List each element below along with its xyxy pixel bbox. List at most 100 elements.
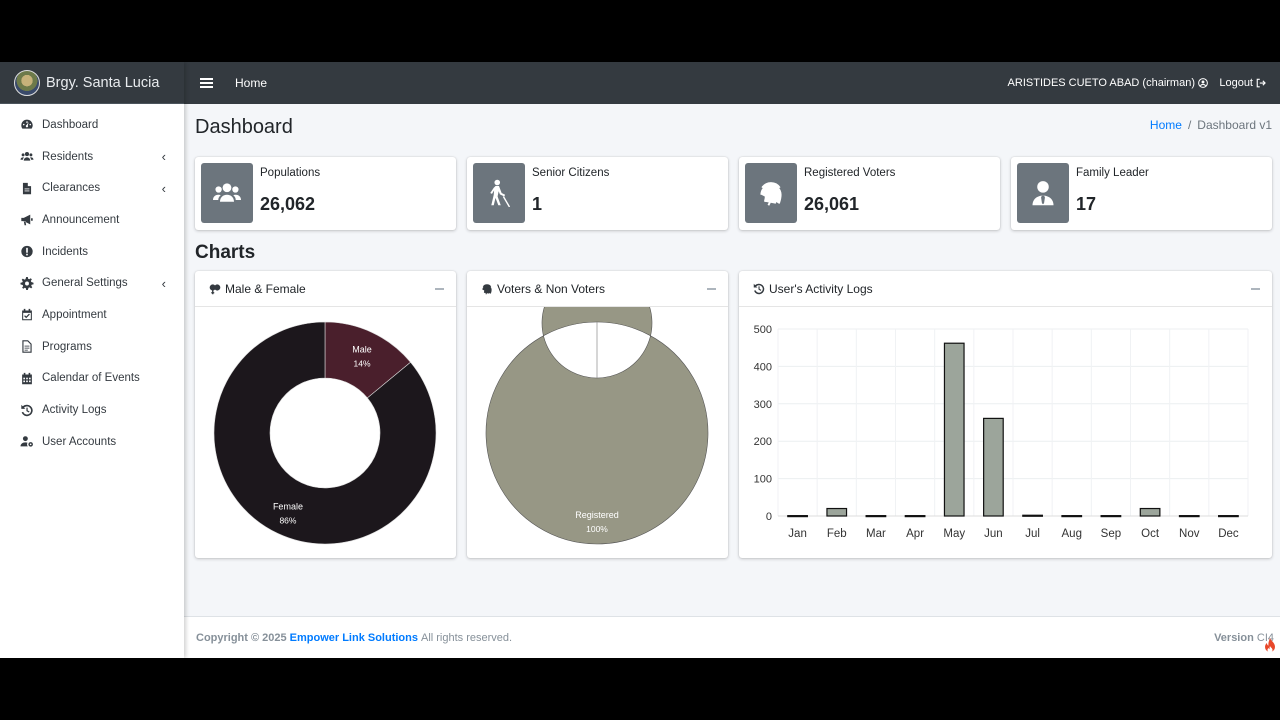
slice-value-label: 86% <box>279 516 296 526</box>
bar-apr[interactable] <box>904 515 926 518</box>
footer-company-link[interactable]: Empower Link Solutions <box>290 632 418 644</box>
bar-nov[interactable] <box>1178 515 1200 518</box>
blind-person-icon <box>490 179 511 207</box>
sidebar-item-programs[interactable]: Programs <box>0 331 184 363</box>
bar-dec[interactable] <box>1218 515 1239 518</box>
calendar-icon <box>22 372 32 385</box>
card-activity-logs: User's Activity Logs 0 100 200 300 400 500 Jan… <box>739 271 1272 558</box>
sidebar: Brgy. Santa Lucia Dashboard Residents ‹ … <box>0 62 184 658</box>
sidebar-item-label: Activity Logs <box>42 404 107 417</box>
stat-label: Family Leader <box>1076 167 1149 179</box>
bar-mar[interactable] <box>865 515 887 518</box>
sidebar-item-residents[interactable]: Residents ‹ <box>0 141 184 173</box>
user-menu[interactable]: ARISTIDES CUETO ABAD (chairman) <box>1008 77 1208 89</box>
slice-value-label: 100% <box>586 524 608 534</box>
bar-aug[interactable] <box>1061 515 1083 518</box>
x-tick-label: Aug <box>1062 528 1082 540</box>
brand-link[interactable]: Brgy. Santa Lucia <box>0 62 184 104</box>
app-frame: Brgy. Santa Lucia Dashboard Residents ‹ … <box>0 62 1280 658</box>
y-tick-label: 400 <box>754 361 772 373</box>
sidebar-item-activity-logs[interactable]: Activity Logs <box>0 394 184 426</box>
top-home-link[interactable]: Home <box>235 76 267 90</box>
bar-feb[interactable] <box>826 507 848 517</box>
sidebar-item-label: User Accounts <box>42 435 117 448</box>
sidebar-item-label: Dashboard <box>42 118 99 131</box>
stat-icon-box <box>473 163 525 223</box>
y-tick-label: 0 <box>766 511 772 523</box>
venus-mars-icon <box>209 283 221 294</box>
bar-may[interactable] <box>943 342 965 517</box>
user-name-label: ARISTIDES CUETO ABAD (chairman) <box>1007 77 1195 89</box>
x-tick-label: Apr <box>906 528 924 540</box>
breadcrumb: Home / Dashboard v1 <box>1150 118 1272 132</box>
collapse-button[interactable] <box>1251 288 1260 290</box>
chevron-left-icon: ‹ <box>161 275 166 291</box>
collapse-button[interactable] <box>435 288 444 290</box>
slice-label: Male <box>352 344 372 354</box>
sign-out-icon <box>1256 78 1266 88</box>
history-icon <box>21 404 33 416</box>
slice-label: Registered <box>575 510 619 520</box>
barangay-seal-icon <box>14 69 40 96</box>
stat-label: Registered Voters <box>804 167 896 179</box>
bar-jan[interactable] <box>787 515 808 518</box>
footer-version-label: Version <box>1214 631 1254 644</box>
y-tick-label: 300 <box>754 399 772 411</box>
bullhorn-icon <box>21 215 33 226</box>
card-title: Voters & Non Voters <box>497 281 606 296</box>
breadcrumb-home-link[interactable]: Home <box>1150 118 1182 132</box>
x-tick-label: Nov <box>1179 528 1200 540</box>
users-icon <box>213 183 241 202</box>
breadcrumb-current: Dashboard v1 <box>1197 118 1272 132</box>
card-title: Male & Female <box>225 281 306 296</box>
stat-value: 26,062 <box>260 194 316 214</box>
x-tick-label: Sep <box>1101 528 1121 540</box>
sidebar-nav: Dashboard Residents ‹ Clearances ‹ Annou… <box>0 104 184 458</box>
bar-sep[interactable] <box>1100 515 1122 518</box>
card-male-female: Male & Female Male 14% Female 86% <box>195 271 456 558</box>
sidebar-item-incidents[interactable]: Incidents <box>0 236 184 268</box>
main-content: Dashboard Home / Dashboard v1 Populations … <box>184 104 1280 616</box>
sidebar-item-dashboard[interactable]: Dashboard <box>0 109 184 141</box>
bar-jun[interactable] <box>983 417 1004 517</box>
menu-toggle-icon[interactable] <box>200 78 213 88</box>
collapse-button[interactable] <box>707 288 716 290</box>
bar-oct[interactable] <box>1139 507 1161 517</box>
sidebar-item-user-accounts[interactable]: User Accounts <box>0 426 184 458</box>
fingerprint-icon <box>760 182 782 206</box>
x-tick-label: Jul <box>1025 528 1040 540</box>
stat-value: 26,061 <box>804 194 860 214</box>
fingerprint-icon <box>482 283 492 295</box>
x-tick-label: May <box>943 528 965 540</box>
brand-title: Brgy. Santa Lucia <box>46 74 160 91</box>
x-tick-label: Mar <box>866 528 886 540</box>
sidebar-item-label: Calendar of Events <box>42 372 140 385</box>
sidebar-item-calendar-of-events[interactable]: Calendar of Events <box>0 363 184 395</box>
sidebar-item-label: General Settings <box>42 277 128 290</box>
voters-doughnut-chart: Registered 100% <box>485 267 709 545</box>
x-tick-label: Oct <box>1141 528 1160 540</box>
sidebar-item-general-settings[interactable]: General Settings ‹ <box>0 267 184 299</box>
footer: Copyright © 2025 Empower Link Solutions … <box>184 616 1280 658</box>
bar-jul[interactable] <box>1022 514 1043 517</box>
card-title: User's Activity Logs <box>769 281 873 296</box>
sidebar-item-label: Incidents <box>42 245 89 258</box>
footer-rights: All rights reserved. <box>420 631 513 644</box>
gear-icon <box>20 276 34 290</box>
y-tick-label: 100 <box>754 474 772 486</box>
sidebar-item-label: Programs <box>42 340 92 353</box>
user-gear-icon <box>20 436 33 447</box>
users-icon <box>20 152 34 161</box>
card-header: Male & Female <box>195 271 456 307</box>
x-tick-label: Feb <box>827 528 847 540</box>
logout-button[interactable]: Logout <box>1219 77 1266 89</box>
sidebar-item-announcement[interactable]: Announcement <box>0 204 184 236</box>
stat-value: 1 <box>532 194 543 214</box>
sidebar-item-appointment[interactable]: Appointment <box>0 299 184 331</box>
slice-value-label: 14% <box>354 358 371 368</box>
sidebar-item-clearances[interactable]: Clearances ‹ <box>0 172 184 204</box>
x-tick-label: Jun <box>984 528 1003 540</box>
page-title: Dashboard <box>195 116 293 138</box>
stat-label: Senior Citizens <box>532 167 610 179</box>
stat-icon-box <box>1017 163 1069 223</box>
